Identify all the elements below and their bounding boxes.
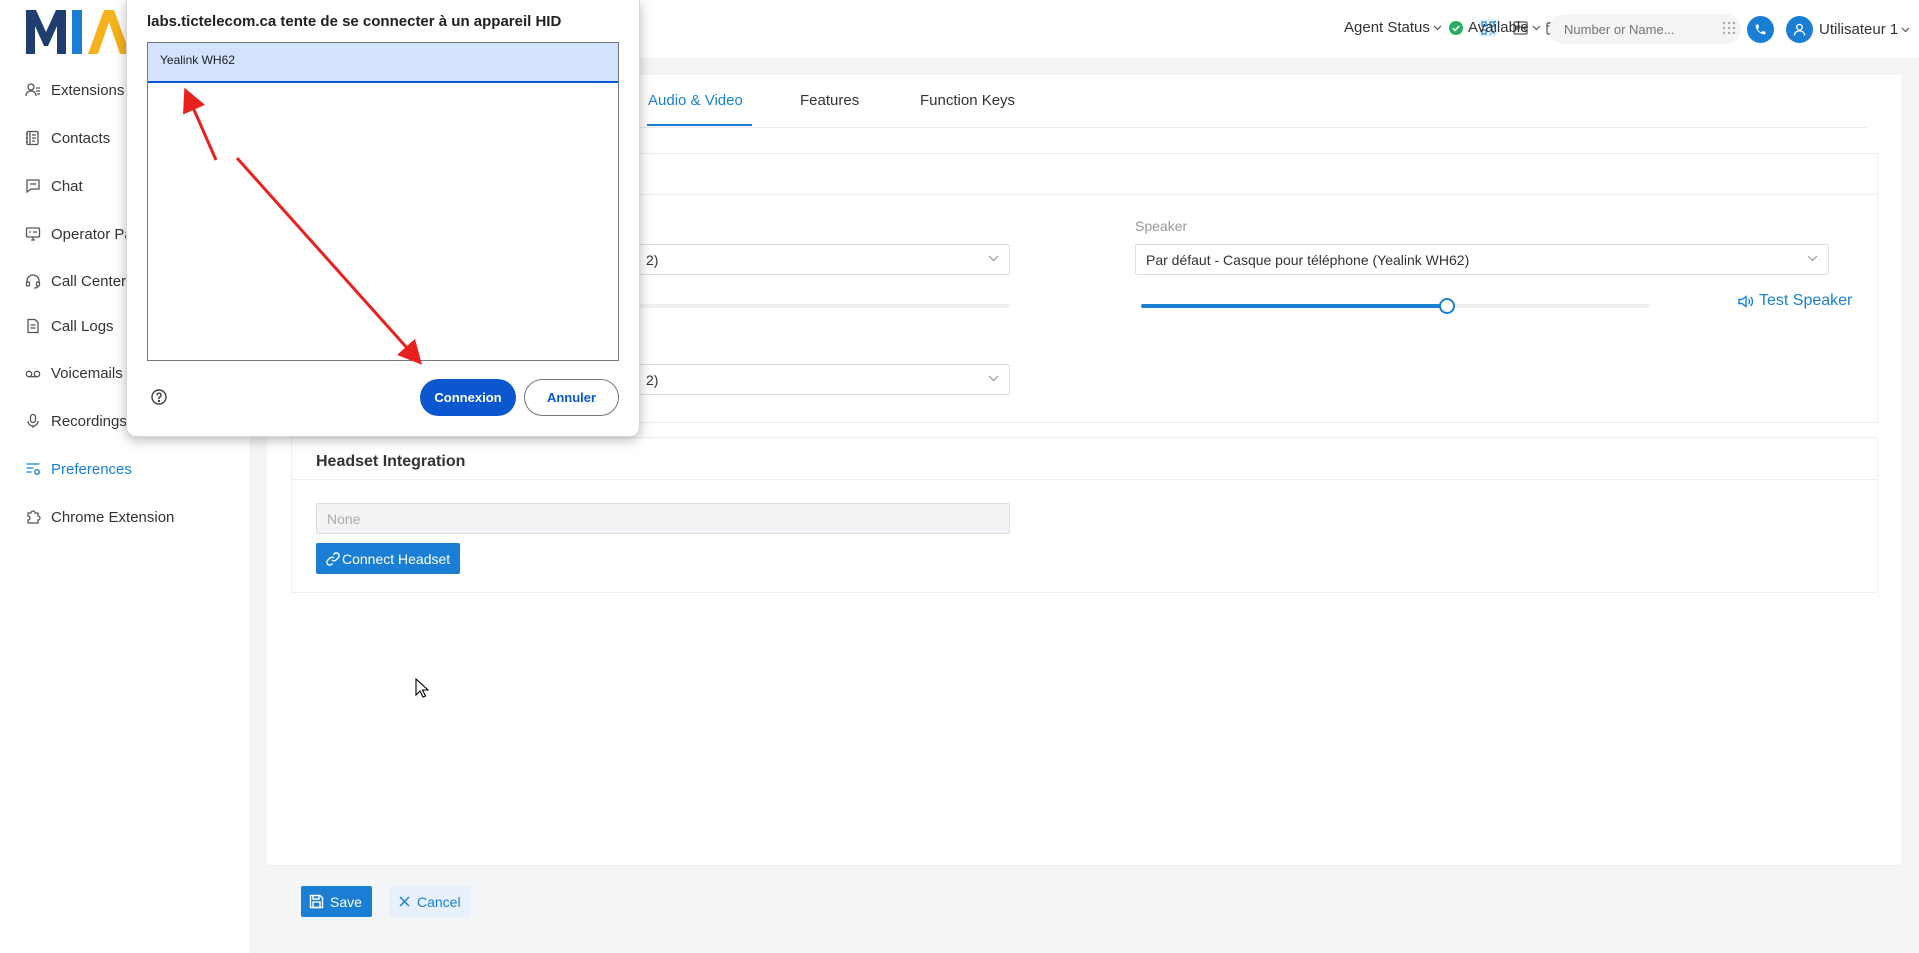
connect-headset-label: Connect Headset [342, 550, 451, 567]
preferences-icon [24, 460, 42, 478]
sidebar-item-chat[interactable]: Chat [24, 174, 83, 198]
mouse-cursor-icon [415, 678, 429, 698]
sidebar-item-extensions[interactable]: Extensions [24, 78, 124, 102]
save-label: Save [330, 893, 362, 910]
headset-icon [24, 272, 42, 290]
sidebar-item-label: Voicemails [51, 364, 123, 382]
hid-device-list[interactable]: Yealink WH62 [147, 42, 619, 361]
speaker-volume-handle[interactable] [1439, 298, 1456, 314]
active-tab-indicator [647, 124, 752, 126]
hid-connect-button[interactable]: Connexion [420, 379, 516, 416]
save-icon [309, 894, 324, 909]
link-icon [326, 551, 340, 566]
sidebar-item-contacts[interactable]: Contacts [24, 126, 110, 150]
headset-integration-card: Headset Integration None Connect Headset [291, 437, 1878, 593]
card-divider [292, 479, 1877, 480]
hid-dialog-title: labs.tictelecom.ca tente de se connecter… [147, 13, 562, 30]
phone-icon [1755, 24, 1766, 35]
chat-bubble-icon [24, 177, 42, 195]
save-button[interactable]: Save [301, 886, 372, 917]
chevron-down-icon [988, 255, 999, 262]
document-log-icon [24, 317, 42, 335]
speaker-select-value: Par défaut - Casque pour téléphone (Yeal… [1146, 251, 1470, 268]
sidebar-item-label: Contacts [51, 129, 111, 147]
sidebar-item-call-center[interactable]: Call Center [24, 269, 126, 293]
hid-cancel-button[interactable]: Annuler [524, 379, 619, 416]
sidebar-item-preferences[interactable]: Preferences [24, 457, 132, 481]
user-icon [1793, 23, 1806, 36]
check-circle-icon [1449, 20, 1463, 35]
microphone-select-value: 2) [646, 251, 659, 268]
cancel-label: Cancel [417, 893, 461, 910]
test-speaker-button[interactable]: Test Speaker [1738, 292, 1852, 310]
availability-dropdown[interactable]: Available [1449, 19, 1541, 36]
user-list-icon [24, 81, 42, 99]
puzzle-icon [24, 508, 42, 526]
tab-audio-video[interactable]: Audio & Video [648, 92, 743, 109]
sidebar-item-chrome-extension[interactable]: Chrome Extension [24, 505, 174, 529]
monitor-icon [24, 225, 42, 243]
sidebar-item-label: Chrome Extension [51, 508, 175, 526]
help-icon[interactable] [151, 389, 167, 405]
headset-integration-title: Headset Integration [316, 453, 466, 470]
test-speaker-label: Test Speaker [1759, 292, 1853, 309]
sidebar-item-label: Recordings [51, 412, 127, 430]
sidebar-item-label: Chat [51, 177, 83, 195]
chevron-down-icon [1433, 25, 1442, 30]
sidebar-item-call-logs[interactable]: Call Logs [24, 314, 114, 338]
chevron-down-icon [1901, 27, 1910, 32]
connect-headset-button[interactable]: Connect Headset [316, 543, 461, 574]
speaker-volume-fill [1141, 304, 1447, 308]
chevron-down-icon [988, 375, 999, 382]
speaker-label: Speaker [1135, 218, 1188, 234]
avatar [1786, 16, 1813, 43]
dialpad-icon[interactable] [1722, 21, 1736, 35]
hid-permission-dialog: labs.tictelecom.ca tente de se connecter… [126, 0, 640, 437]
footer-divider [267, 865, 1901, 866]
tab-features[interactable]: Features [800, 92, 859, 109]
sidebar-item-label: Extensions [51, 81, 125, 99]
sidebar-item-voicemails[interactable]: Voicemails [24, 361, 123, 385]
sidebar-item-operator-panel[interactable]: Operator Pa [24, 222, 133, 246]
mia-logo[interactable] [26, 6, 136, 56]
headset-device-field: None [316, 503, 1010, 534]
agent-status-label: Agent Status [1344, 19, 1430, 36]
agent-status-dropdown[interactable]: Agent Status [1344, 19, 1442, 36]
sidebar-item-recordings[interactable]: Recordings [24, 409, 127, 433]
dial-search-input[interactable] [1549, 14, 1741, 44]
user-menu[interactable]: Utilisateur 1 [1786, 16, 1910, 43]
sidebar-item-label: Operator Pa [51, 225, 133, 243]
address-book-icon [24, 129, 42, 147]
sidebar-item-label: Preferences [51, 460, 132, 478]
call-button[interactable] [1747, 16, 1774, 43]
speaker-volume-icon [1738, 294, 1753, 308]
sidebar-item-label: Call Logs [51, 317, 114, 335]
hid-device-item[interactable]: Yealink WH62 [148, 43, 618, 83]
sidebar-item-label: Call Center [51, 272, 127, 290]
chevron-down-icon [1807, 255, 1818, 262]
speaker-volume-slider[interactable] [1141, 298, 1650, 314]
ringtone-select-value: 2) [646, 371, 659, 388]
microphone-icon [24, 412, 42, 430]
tab-function-keys[interactable]: Function Keys [920, 92, 1015, 109]
user-name: Utilisateur 1 [1819, 21, 1899, 38]
speaker-select[interactable]: Par défaut - Casque pour téléphone (Yeal… [1135, 244, 1829, 275]
close-icon [399, 896, 410, 907]
chevron-down-icon [1532, 25, 1541, 30]
availability-label: Available [1468, 19, 1529, 36]
voicemail-icon [24, 364, 42, 382]
cancel-button[interactable]: Cancel [389, 886, 471, 917]
